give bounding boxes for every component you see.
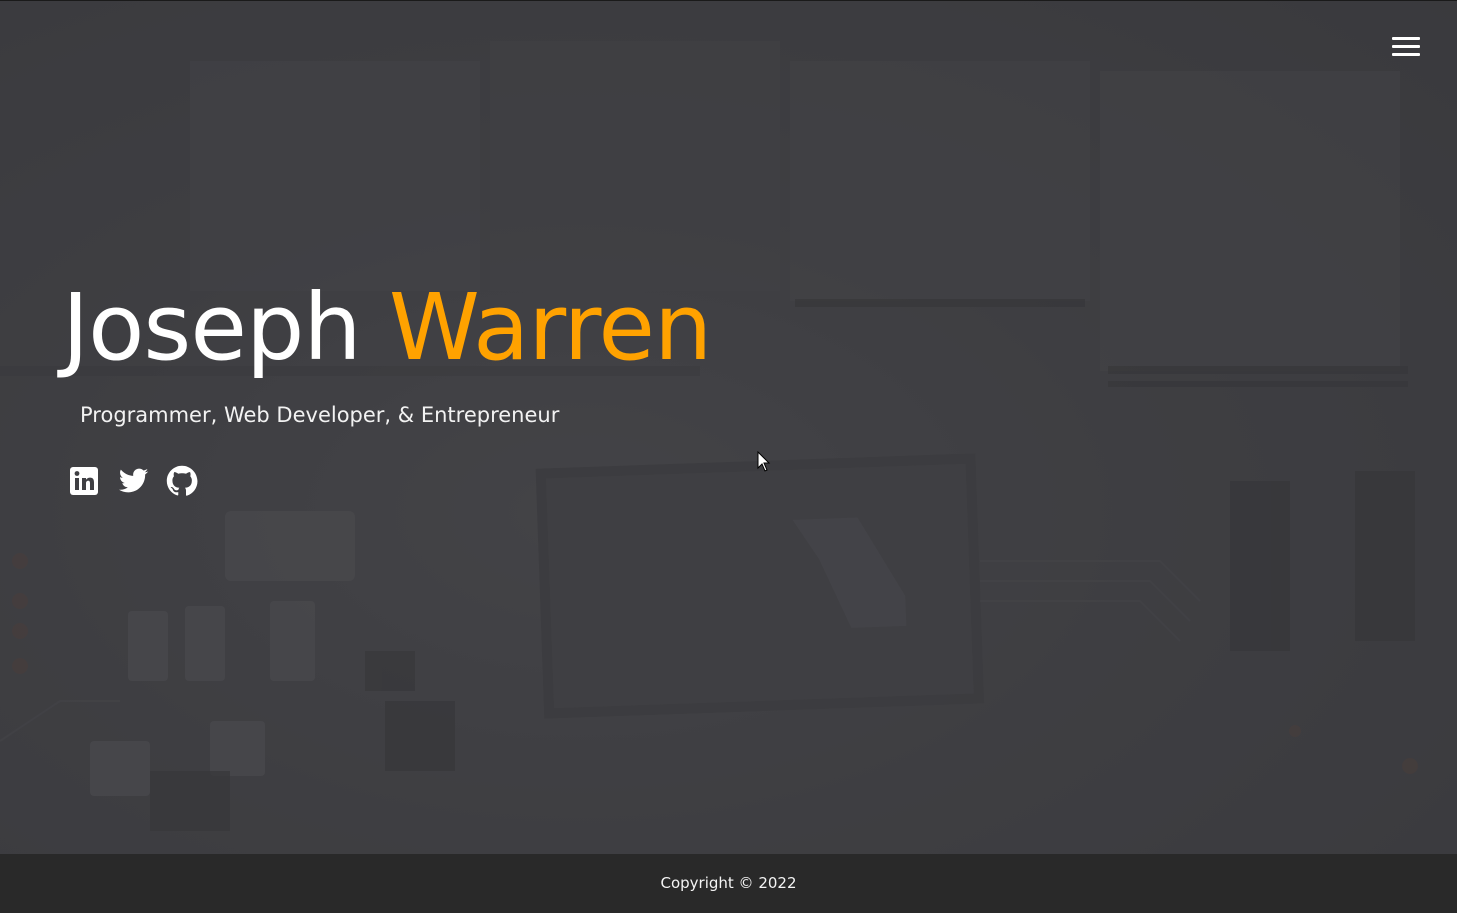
footer: Copyright © 2022 <box>0 854 1457 913</box>
mouse-cursor-icon <box>757 451 771 472</box>
last-name: Warren <box>388 274 712 381</box>
hamburger-menu-icon[interactable] <box>1390 35 1422 59</box>
hero-section: Joseph Warren Programmer, Web Developer,… <box>0 0 1457 854</box>
tagline: Programmer, Web Developer, & Entrepreneu… <box>80 403 560 427</box>
social-links <box>68 465 198 497</box>
github-icon[interactable] <box>166 465 198 497</box>
twitter-icon[interactable] <box>117 465 149 497</box>
linkedin-icon[interactable] <box>68 465 100 497</box>
hero-name: Joseph Warren <box>62 273 712 383</box>
first-name: Joseph <box>62 274 362 381</box>
copyright-text: Copyright © 2022 <box>660 874 797 892</box>
